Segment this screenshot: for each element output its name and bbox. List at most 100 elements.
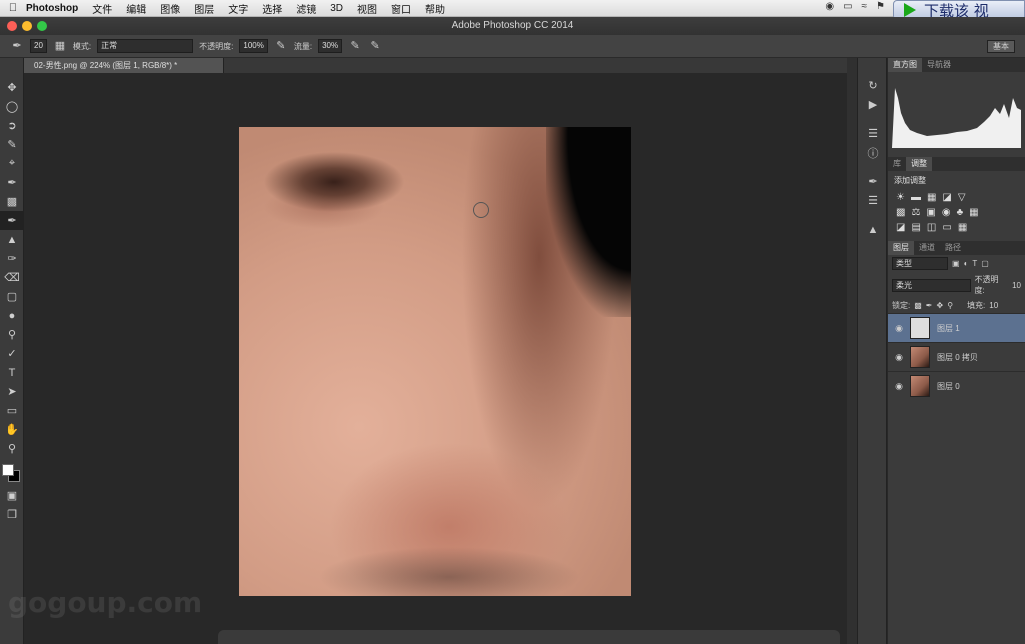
pressure-size-icon[interactable]: ✎ [368, 39, 382, 53]
vibrance-icon[interactable]: ▽ [958, 192, 966, 203]
posterize-icon[interactable]: ▤ [911, 222, 920, 233]
lock-pixels-icon[interactable]: ▩ [914, 301, 922, 310]
fill-value[interactable]: 10 [989, 301, 998, 310]
filter-type-icon[interactable]: T [972, 259, 977, 268]
history-brush-tool-icon[interactable]: ✑ [0, 249, 24, 268]
flow-input[interactable]: 30% [318, 39, 343, 53]
tab-paths[interactable]: 路径 [940, 241, 966, 255]
blur-tool-icon[interactable]: ● [0, 306, 24, 325]
marquee-tool-icon[interactable]: ◯ [0, 97, 24, 116]
invert-icon[interactable]: ◪ [896, 222, 905, 233]
zoom-tool-icon[interactable]: ⚲ [0, 439, 24, 458]
tab-layers[interactable]: 图层 [888, 241, 914, 255]
selective-color-icon[interactable]: ▦ [958, 222, 967, 233]
canvas-area[interactable] [24, 73, 847, 644]
visibility-eye-icon[interactable]: ◉ [888, 381, 910, 392]
close-window-button[interactable] [7, 21, 17, 31]
quick-mask-icon[interactable]: ▣ [0, 486, 24, 505]
dodge-tool-icon[interactable]: ⚲ [0, 325, 24, 344]
apple-icon[interactable]:  [0, 2, 26, 14]
mode-select[interactable]: 正常 [97, 39, 194, 53]
app-menu[interactable]: Photoshop [26, 3, 78, 14]
clone-source-icon[interactable]: ▲ [858, 220, 888, 239]
color-balance-icon[interactable]: ⚖ [911, 207, 920, 218]
menu-select[interactable]: 选择 [262, 1, 282, 16]
menu-edit[interactable]: 编辑 [126, 1, 146, 16]
black-white-icon[interactable]: ▣ [926, 207, 935, 218]
shape-tool-icon[interactable]: ▭ [0, 401, 24, 420]
hue-icon[interactable]: ▩ [896, 207, 905, 218]
filter-adjust-icon[interactable]: ◐ [964, 259, 969, 268]
brush-preset-icon[interactable]: ✒ [10, 39, 24, 53]
menu-help[interactable]: 帮助 [425, 1, 445, 16]
levels-icon[interactable]: ▬ [911, 192, 921, 203]
menu-3d[interactable]: 3D [330, 3, 343, 14]
photo-filter-icon[interactable]: ◉ [942, 207, 951, 218]
menu-layer[interactable]: 图层 [194, 1, 214, 16]
pen-tool-icon[interactable]: ✓ [0, 344, 24, 363]
type-tool-icon[interactable]: T [0, 363, 24, 382]
brush-tool-icon[interactable]: ✒ [0, 211, 24, 230]
properties-panel-icon[interactable]: ☰ [858, 124, 888, 143]
document-tab[interactable]: 02-男性.png @ 224% (图层 1, RGB/8*) * [24, 58, 224, 73]
minimize-window-button[interactable] [22, 21, 32, 31]
layer-row[interactable]: ◉ 图层 0 拷贝 [888, 342, 1025, 371]
airplay-icon[interactable]: ▭ [843, 1, 852, 12]
document-image[interactable] [239, 127, 631, 596]
pressure-opacity-icon[interactable]: ✎ [274, 39, 288, 53]
menu-file[interactable]: 文件 [92, 1, 112, 16]
filter-image-icon[interactable]: ▣ [952, 259, 960, 268]
threshold-icon[interactable]: ◫ [927, 222, 936, 233]
visibility-eye-icon[interactable]: ◉ [888, 352, 910, 363]
gradient-tool-icon[interactable]: ▢ [0, 287, 24, 306]
brush-size-picker[interactable]: 20 [30, 39, 47, 53]
filter-shape-icon[interactable]: ▢ [981, 259, 989, 268]
tab-adjustments[interactable]: 调整 [906, 157, 932, 171]
move-tool-icon[interactable]: ✥ [0, 78, 24, 97]
info-panel-icon[interactable]: ⓘ [858, 143, 888, 162]
crop-tool-icon[interactable]: ⌖ [0, 154, 24, 173]
lock-paint-icon[interactable]: ✒ [926, 301, 933, 310]
menu-type[interactable]: 文字 [228, 1, 248, 16]
tab-channels[interactable]: 通道 [914, 241, 940, 255]
tab-libraries[interactable]: 库 [888, 157, 906, 171]
menu-image[interactable]: 图像 [160, 1, 180, 16]
stamp-tool-icon[interactable]: ▲ [0, 230, 24, 249]
lock-position-icon[interactable]: ✥ [937, 301, 944, 310]
layer-row[interactable]: ◉ 图层 0 [888, 371, 1025, 400]
channel-mixer-icon[interactable]: ♣ [957, 207, 964, 218]
tab-histogram[interactable]: 直方图 [888, 58, 922, 72]
layer-row[interactable]: ◉ 图层 1 [888, 313, 1025, 342]
actions-panel-icon[interactable]: ▶ [858, 95, 888, 114]
screen-mode-icon[interactable]: ❐ [0, 505, 24, 524]
foreground-color-swatch[interactable] [2, 464, 14, 476]
gradient-map-icon[interactable]: ▭ [942, 222, 951, 233]
brush-panel-icon-strip[interactable]: ✒ [858, 172, 888, 191]
wifi-icon[interactable]: ≈ [862, 1, 868, 12]
brightness-icon[interactable]: ☀ [896, 192, 905, 203]
record-icon[interactable]: ◉ [825, 1, 834, 12]
visibility-eye-icon[interactable]: ◉ [888, 323, 910, 334]
quick-select-tool-icon[interactable]: ✎ [0, 135, 24, 154]
flag-icon[interactable]: ⚑ [876, 1, 885, 12]
airbrush-icon[interactable]: ✎ [348, 39, 362, 53]
zoom-window-button[interactable] [37, 21, 47, 31]
vertical-scrollbar[interactable] [847, 58, 857, 644]
layer-opacity-value[interactable]: 10 [1012, 281, 1021, 290]
brush-panel-icon[interactable]: ▦ [53, 39, 67, 53]
menu-view[interactable]: 视图 [357, 1, 377, 16]
lasso-tool-icon[interactable]: ➲ [0, 116, 24, 135]
history-panel-icon[interactable]: ↻ [858, 76, 888, 95]
layer-kind-filter[interactable]: 类型 [892, 257, 948, 270]
path-select-tool-icon[interactable]: ➤ [0, 382, 24, 401]
eyedropper-tool-icon[interactable]: ✒ [0, 173, 24, 192]
healing-tool-icon[interactable]: ▩ [0, 192, 24, 211]
hand-tool-icon[interactable]: ✋ [0, 420, 24, 439]
brush-presets-icon[interactable]: ☰ [858, 191, 888, 210]
workspace-button[interactable]: 基本 [987, 40, 1015, 53]
opacity-input[interactable]: 100% [239, 39, 268, 53]
eraser-tool-icon[interactable]: ⌫ [0, 268, 24, 287]
blend-mode-select[interactable]: 柔光 [892, 278, 971, 292]
menu-filter[interactable]: 滤镜 [296, 1, 316, 16]
tab-navigator[interactable]: 导航器 [922, 58, 956, 72]
